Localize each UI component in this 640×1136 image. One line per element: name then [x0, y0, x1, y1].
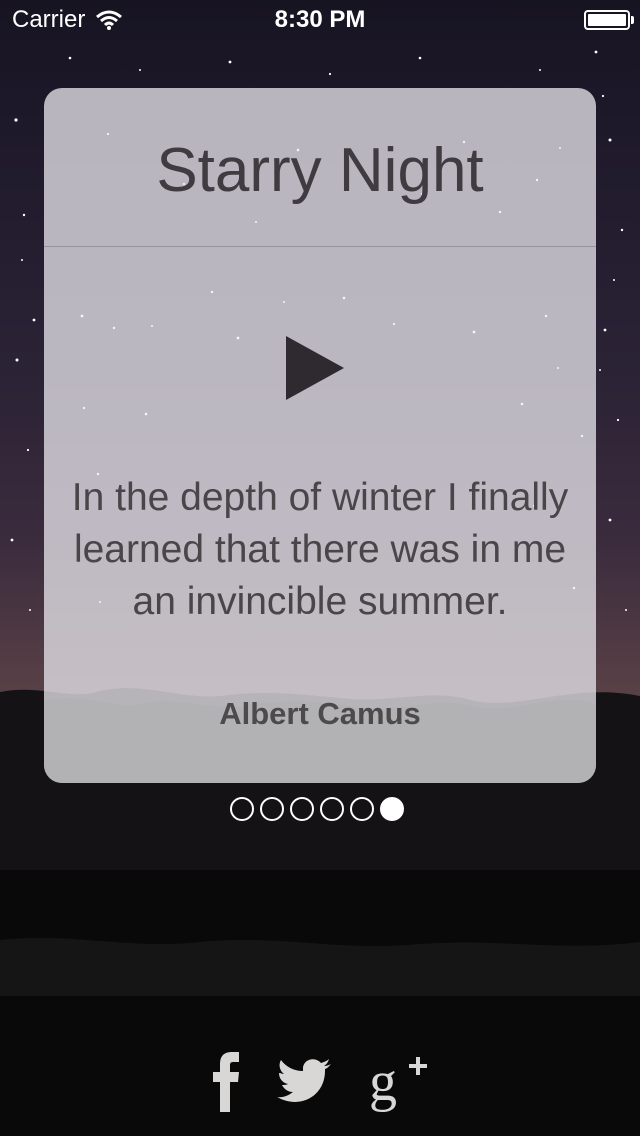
page-dot[interactable]	[260, 797, 284, 821]
battery-level	[588, 14, 626, 26]
page-indicator[interactable]	[230, 797, 404, 823]
page-dot[interactable]	[320, 797, 344, 821]
facebook-icon[interactable]	[211, 1052, 241, 1112]
svg-text:g: g	[369, 1052, 397, 1112]
quote-text: In the depth of winter I finally learned…	[71, 476, 569, 623]
quote-card: Starry Night In the depth of winter I fi…	[44, 88, 596, 783]
status-time: 8:30 PM	[274, 6, 366, 33]
card-title: Starry Night	[156, 136, 484, 205]
page-dot[interactable]	[230, 797, 254, 821]
play-button[interactable]	[286, 336, 348, 400]
quote-author: Albert Camus	[219, 696, 421, 731]
battery-icon	[584, 10, 634, 30]
card-divider	[44, 246, 596, 247]
page-dot-active[interactable]	[380, 797, 404, 821]
social-share-bar: g	[0, 1052, 640, 1112]
page-dot[interactable]	[290, 797, 314, 821]
google-plus-icon[interactable]: g	[369, 1052, 429, 1112]
page-dot[interactable]	[350, 797, 374, 821]
twitter-icon[interactable]	[277, 1058, 333, 1106]
status-bar: Carrier 8:30 PM	[0, 0, 640, 40]
play-icon	[286, 336, 344, 400]
